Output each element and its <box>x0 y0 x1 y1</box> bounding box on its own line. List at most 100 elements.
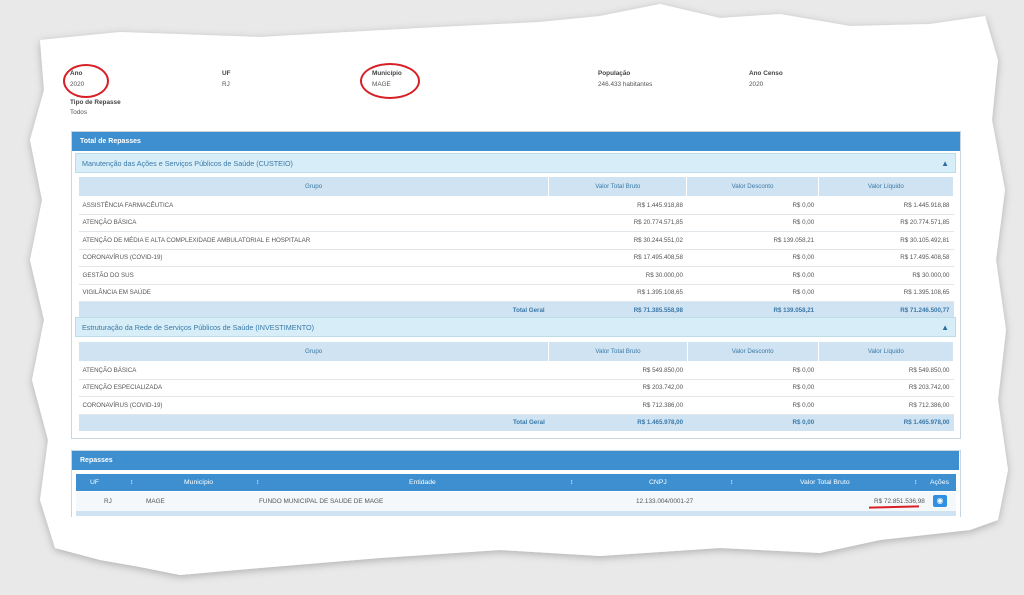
col-valor-total-bruto[interactable]: Valor Total Bruto <box>800 474 850 491</box>
col-cnpj[interactable]: CNPJ <box>649 474 667 491</box>
cell-valor: R$ 549.850,00 <box>548 361 688 380</box>
cell-entidade: FUNDO MUNICIPAL DE SAUDE DE MAGE <box>259 498 384 505</box>
chevron-up-icon[interactable]: ▲ <box>941 154 949 174</box>
total-row: Total Geral R$ 71.385.558,98 R$ 139.058,21… <box>78 301 954 319</box>
municipio-highlight-circle <box>360 63 420 99</box>
col-valor-liquido[interactable]: Valor Líquido <box>817 176 955 197</box>
total-label: Total Geral <box>78 414 549 431</box>
cell-valor: R$ 0,00 <box>686 196 819 215</box>
cell-uf: RJ <box>104 498 112 505</box>
investimento-title: Estruturação da Rede de Serviços Público… <box>82 323 314 332</box>
table-row: CORONAVÍRUS (COVID-19) R$ 712.386,00 R$ 0,… <box>78 396 954 415</box>
cell-valor: R$ 1.445.918,88 <box>548 196 687 215</box>
tipo-repasse-label: Tipo de Repasse <box>70 99 121 106</box>
uf-label: UF <box>222 70 231 77</box>
cell-grupo: CORONAVÍRUS (COVID-19) <box>78 249 549 267</box>
cell-valor: R$ 0,00 <box>686 249 819 267</box>
col-uf[interactable]: UF <box>90 474 99 491</box>
cell-valor: R$ 549.850,00 <box>818 361 954 380</box>
cell-grupo: ATENÇÃO BÁSICA <box>78 214 549 232</box>
cell-valor: R$ 0,00 <box>686 266 819 285</box>
col-acoes: Ações <box>930 479 949 486</box>
cell-valor: R$ 20.774.571,85 <box>818 214 954 232</box>
custeio-table: Grupo Valor Total Bruto Valor Desconto V… <box>77 176 955 319</box>
total-repasses-title: Total de Repasses <box>72 132 960 151</box>
repasses-title: Repasses <box>72 451 959 470</box>
cell-valor: R$ 712.386,00 <box>548 396 688 415</box>
cell-valor: R$ 20.774.571,85 <box>548 214 687 232</box>
cell-valor: R$ 30.000,00 <box>548 266 687 285</box>
uf-value: RJ <box>222 81 230 88</box>
total-valor: R$ 71.246.500,77 <box>818 301 954 319</box>
cell-valor: R$ 203.742,00 <box>818 379 954 397</box>
populacao-value: 246.433 habitantes <box>598 81 653 88</box>
custeio-title: Manutenção das Ações e Serviços Públicos… <box>82 159 293 168</box>
tipo-repasse-value: Todos <box>70 109 88 116</box>
total-valor: R$ 71.385.558,98 <box>548 301 687 319</box>
total-valor: R$ 1.465.978,00 <box>818 414 954 431</box>
col-valor-bruto[interactable]: Valor Total Bruto <box>548 176 688 197</box>
cell-valor: R$ 139.058,21 <box>686 231 819 250</box>
sort-icon[interactable]: ↕ <box>256 474 259 491</box>
total-label: Total Geral <box>78 301 549 319</box>
repasses-footer-bar <box>76 511 956 516</box>
table-row: GESTÃO DO SUS R$ 30.000,00 R$ 0,00 R$ 30.00… <box>78 266 954 285</box>
investimento-section-header[interactable]: Estruturação da Rede de Serviços Público… <box>75 317 956 337</box>
table-row: ATENÇÃO BÁSICA R$ 549.850,00 R$ 0,00 R$ 549… <box>78 361 954 380</box>
page-content: Ano 2020 UF RJ Município MAGE População … <box>0 0 1024 595</box>
table-row: ATENÇÃO DE MÉDIA E ALTA COMPLEXIDADE AMB… <box>78 231 954 250</box>
cell-valor: R$ 1.395.108,65 <box>818 284 954 302</box>
cell-valor: R$ 30.105.492,81 <box>818 231 954 250</box>
repasses-header-row: UF ↕ Município ↕ Entidade ↕ CNPJ ↕ Valor… <box>76 474 956 491</box>
cell-valor: R$ 0,00 <box>687 361 819 380</box>
cell-cnpj: 12.133.004/0001-27 <box>636 498 694 505</box>
sort-icon[interactable]: ↕ <box>730 474 733 491</box>
cell-valor: R$ 1.395.108,65 <box>548 284 687 302</box>
cell-valor: R$ 0,00 <box>687 396 819 415</box>
cell-municipio: MAGE <box>146 498 165 505</box>
chevron-up-icon[interactable]: ▲ <box>941 318 949 338</box>
total-row: Total Geral R$ 1.465.978,00 R$ 0,00 R$ 1.46… <box>78 414 954 431</box>
cell-valor: R$ 30.244.551,02 <box>548 231 687 250</box>
col-municipio[interactable]: Município <box>184 474 213 491</box>
col-valor-desconto[interactable]: Valor Desconto <box>686 341 819 362</box>
col-valor-liquido[interactable]: Valor Líquido <box>817 341 955 362</box>
cell-grupo: ATENÇÃO ESPECIALIZADA <box>78 379 549 397</box>
ano-censo-label: Ano Censo <box>749 70 783 77</box>
col-valor-bruto[interactable]: Valor Total Bruto <box>548 341 688 362</box>
cell-valor: R$ 1.445.918,88 <box>818 196 954 215</box>
sort-icon[interactable]: ↕ <box>570 474 573 491</box>
ano-censo-value: 2020 <box>749 81 764 88</box>
cell-grupo: ATENÇÃO BÁSICA <box>78 361 549 380</box>
cell-grupo: ATENÇÃO DE MÉDIA E ALTA COMPLEXIDADE AMB… <box>78 231 549 250</box>
sort-icon[interactable]: ↕ <box>914 474 917 491</box>
table-row: ASSISTÊNCIA FARMACÊUTICA R$ 1.445.918,88 R… <box>78 196 954 215</box>
sort-icon[interactable]: ↕ <box>130 474 133 491</box>
cell-valor: R$ 203.742,00 <box>548 379 688 397</box>
col-grupo[interactable]: Grupo <box>77 341 550 362</box>
table-row: ATENÇÃO BÁSICA R$ 20.774.571,85 R$ 0,00 R$ … <box>78 214 954 232</box>
cell-valor: R$ 17.495.408,58 <box>818 249 954 267</box>
table-row: VIGILÂNCIA EM SAÚDE R$ 1.395.108,65 R$ 0,0… <box>78 284 954 302</box>
cell-grupo: VIGILÂNCIA EM SAÚDE <box>78 284 549 302</box>
col-grupo[interactable]: Grupo <box>77 176 550 197</box>
populacao-label: População <box>598 70 631 77</box>
cell-valor: R$ 17.495.408,58 <box>548 249 687 267</box>
table-row: ATENÇÃO ESPECIALIZADA R$ 203.742,00 R$ 0,0… <box>78 379 954 397</box>
total-valor: R$ 0,00 <box>687 414 819 431</box>
eye-icon[interactable]: ◉ <box>933 495 947 507</box>
cell-grupo: CORONAVÍRUS (COVID-19) <box>78 396 549 415</box>
col-valor-desconto[interactable]: Valor Desconto <box>686 176 819 197</box>
repasse-row: RJ MAGE FUNDO MUNICIPAL DE SAUDE DE MAGE… <box>76 492 956 511</box>
cell-grupo: ASSISTÊNCIA FARMACÊUTICA <box>78 196 549 215</box>
custeio-section-header[interactable]: Manutenção das Ações e Serviços Públicos… <box>75 153 956 173</box>
cell-valor: R$ 0,00 <box>687 379 819 397</box>
ano-highlight-circle <box>63 64 109 98</box>
total-valor: R$ 139.058,21 <box>686 301 819 319</box>
total-valor: R$ 1.465.978,00 <box>548 414 688 431</box>
table-row: CORONAVÍRUS (COVID-19) R$ 17.495.408,58 R$… <box>78 249 954 267</box>
cell-valor: R$ 0,00 <box>686 214 819 232</box>
investimento-table: Grupo Valor Total Bruto Valor Desconto V… <box>77 341 955 431</box>
cell-valor: R$ 712.386,00 <box>818 396 954 415</box>
col-entidade[interactable]: Entidade <box>409 474 436 491</box>
